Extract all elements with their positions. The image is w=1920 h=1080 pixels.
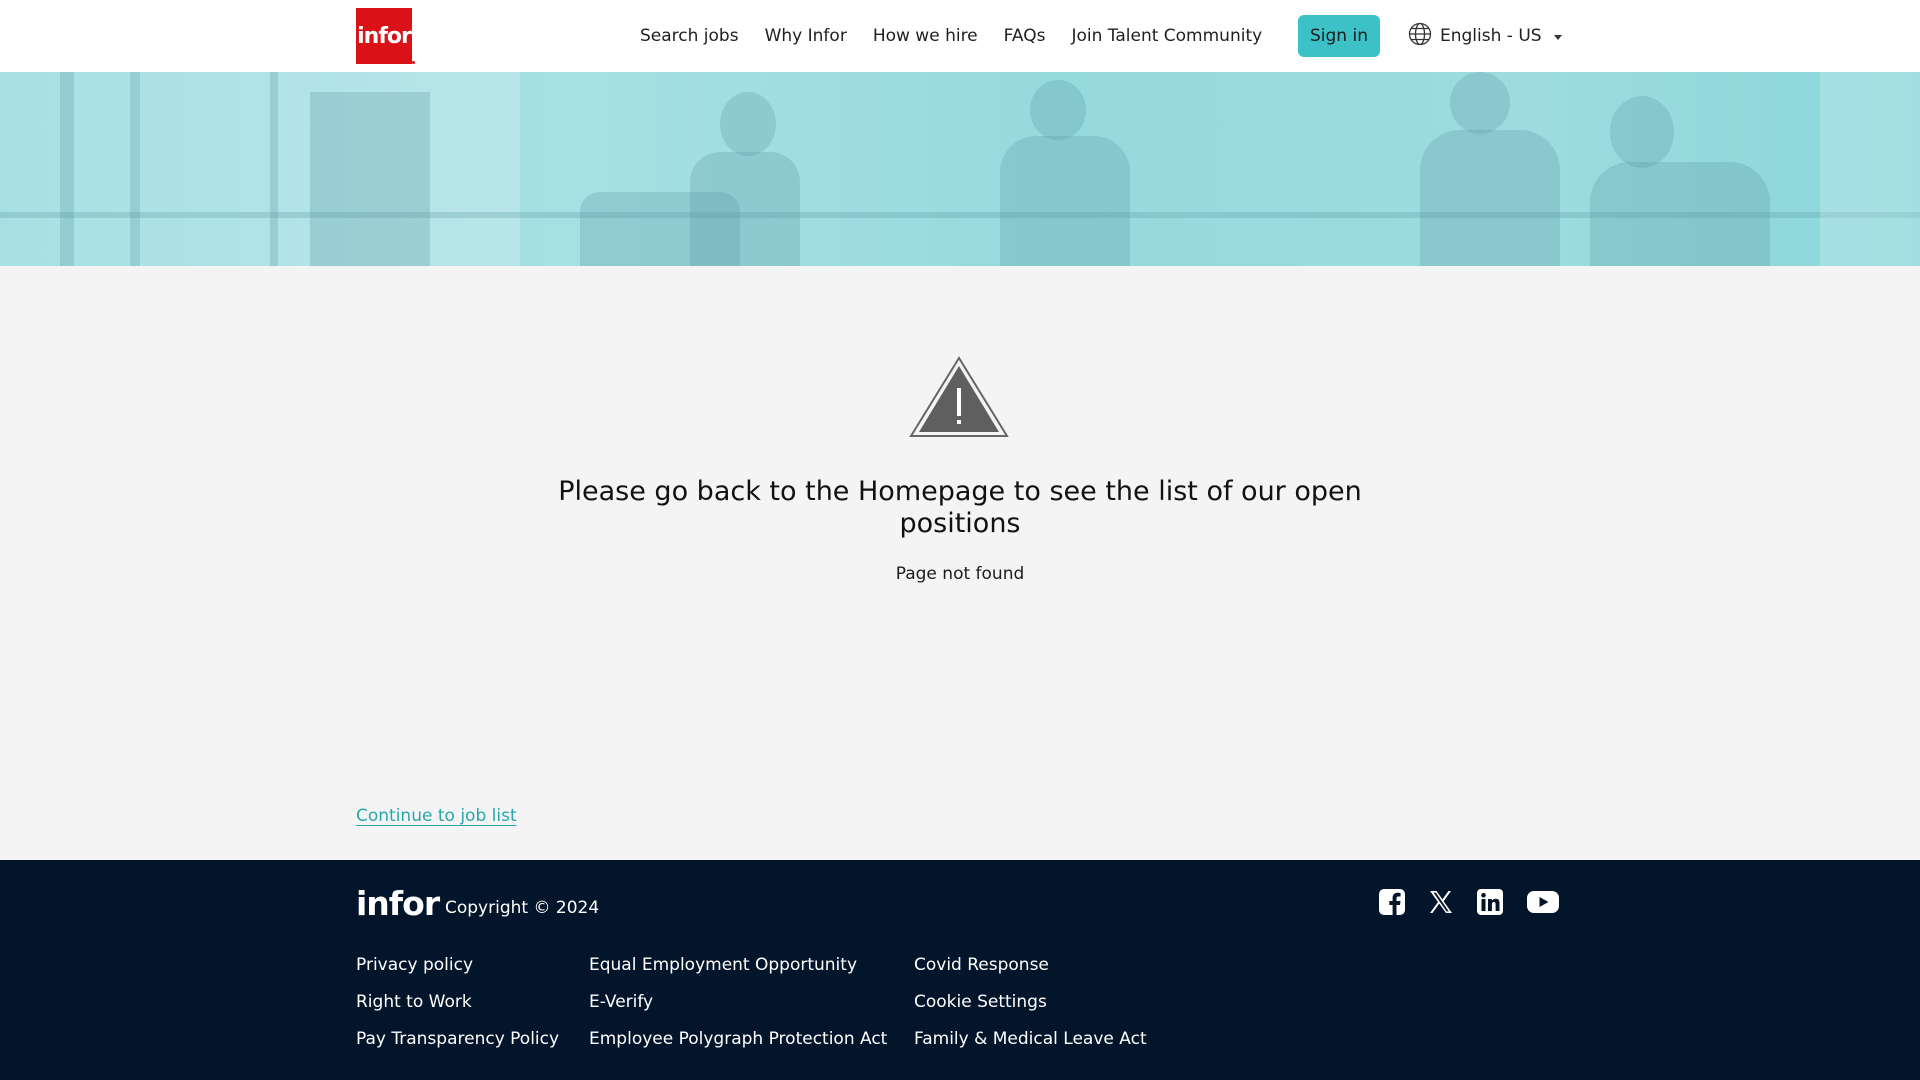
nav-how-we-hire[interactable]: How we hire [873,26,978,46]
social-links [1378,888,1560,920]
sign-in-button[interactable]: Sign in [1298,15,1380,57]
facebook-icon[interactable] [1378,888,1406,920]
linkedin-icon[interactable] [1476,888,1504,920]
e-verify-link[interactable]: E-Verify [589,991,887,1013]
nav-why-infor[interactable]: Why Infor [765,26,847,46]
main-nav: Search jobs Why Infor How we hire FAQs J… [640,0,1262,72]
error-message-subtitle: Page not found [895,564,1025,584]
globe-icon [1408,22,1432,51]
nav-search-jobs[interactable]: Search jobs [640,26,739,46]
error-message-title: Please go back to the Homepage to see th… [558,476,1362,539]
footer-column-1: Privacy policy Right to Work Pay Transpa… [356,954,559,1050]
language-selector[interactable]: English - US [1408,22,1562,50]
youtube-icon[interactable] [1526,889,1560,919]
footer-column-3: Covid Response Cookie Settings Family & … [914,954,1147,1050]
warning-triangle-icon [909,356,1009,438]
footer-logo[interactable]: infor [356,884,440,923]
footer-column-2: Equal Employment Opportunity E-Verify Em… [589,954,887,1050]
copyright-text: Copyright © 2024 [445,898,600,918]
language-label: English - US [1440,26,1542,46]
family-medical-leave-act-link[interactable]: Family & Medical Leave Act [914,1028,1147,1050]
privacy-policy-link[interactable]: Privacy policy [356,954,559,976]
site-header: infor Search jobs Why Infor How we hire … [0,0,1920,72]
hero-banner [0,72,1920,266]
right-to-work-link[interactable]: Right to Work [356,991,559,1013]
nav-faqs[interactable]: FAQs [1004,26,1046,46]
cookie-settings-link[interactable]: Cookie Settings [914,991,1147,1013]
x-twitter-icon[interactable] [1428,889,1454,919]
covid-response-link[interactable]: Covid Response [914,954,1147,976]
nav-join-talent-community[interactable]: Join Talent Community [1071,26,1262,46]
logo-text: infor [357,23,412,49]
continue-to-job-list-link[interactable]: Continue to job list [356,806,517,826]
site-footer: infor Copyright © 2024 Privacy policy Ri… [0,860,1920,1080]
equal-employment-opportunity-link[interactable]: Equal Employment Opportunity [589,954,887,976]
logo-dot [412,61,415,64]
employee-polygraph-protection-act-link[interactable]: Employee Polygraph Protection Act [589,1028,887,1050]
pay-transparency-policy-link[interactable]: Pay Transparency Policy [356,1028,559,1050]
infor-logo[interactable]: infor [356,8,415,64]
caret-down-icon [1553,34,1562,40]
